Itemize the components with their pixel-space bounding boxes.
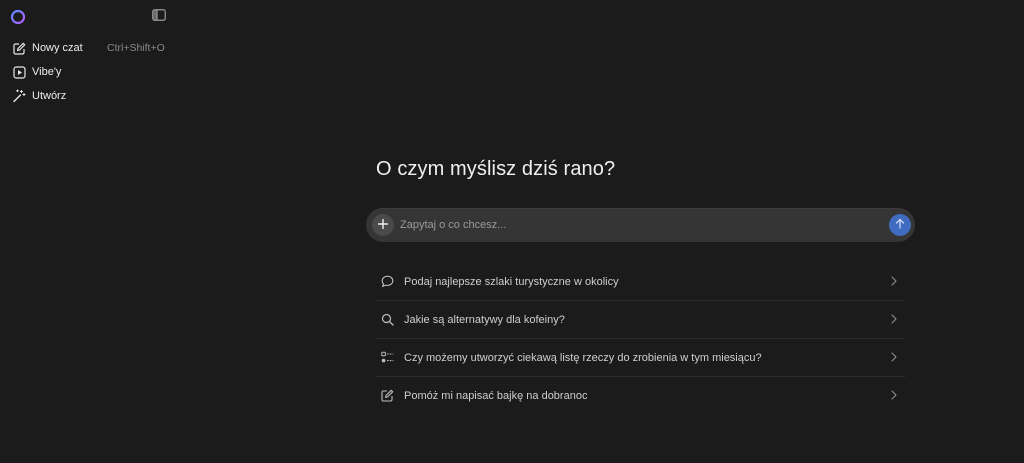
suggestion-label: Jakie są alternatywy dla kofeiny? bbox=[404, 313, 565, 326]
sidebar-toggle-button[interactable] bbox=[150, 9, 168, 25]
edit-icon bbox=[380, 389, 394, 403]
sidebar-item-label: Vibe'y bbox=[32, 66, 62, 78]
suggestion-label: Pomóż mi napisać bajkę na dobranoc bbox=[404, 389, 588, 402]
sidebar-item-new-chat[interactable]: Nowy czat Ctrl+Shift+O bbox=[6, 37, 172, 59]
sidebar-header bbox=[0, 0, 178, 34]
page-title: O czym myślisz dziś rano? bbox=[376, 158, 616, 180]
assistant-ring-logo[interactable] bbox=[10, 9, 26, 25]
sidebar: Nowy czat Ctrl+Shift+O Vibe'y Utwórz bbox=[0, 0, 178, 463]
chevron-right-icon bbox=[889, 352, 899, 362]
sidebar-item-label: Utwórz bbox=[32, 90, 67, 102]
suggestion-list: Podaj najlepsze szlaki turystyczne w oko… bbox=[376, 263, 905, 414]
sidebar-toggle-icon bbox=[152, 8, 166, 26]
sidebar-item-create[interactable]: Utwórz bbox=[6, 85, 172, 107]
chevron-right-icon bbox=[889, 314, 899, 324]
magic-wand-icon bbox=[12, 89, 26, 103]
suggestion-item[interactable]: Jakie są alternatywy dla kofeiny? bbox=[376, 301, 905, 339]
suggestion-item[interactable]: Czy możemy utworzyć ciekawą listę rzeczy… bbox=[376, 339, 905, 377]
chevron-right-icon bbox=[889, 390, 899, 400]
arrow-up-icon bbox=[895, 216, 905, 234]
checklist-icon bbox=[380, 351, 394, 365]
suggestion-label: Czy możemy utworzyć ciekawą listę rzeczy… bbox=[404, 351, 762, 364]
speech-bubble-icon bbox=[380, 275, 394, 289]
add-attachment-button[interactable] bbox=[372, 214, 394, 236]
suggestion-item[interactable]: Podaj najlepsze szlaki turystyczne w oko… bbox=[376, 263, 905, 301]
new-chat-icon bbox=[12, 41, 26, 55]
suggestion-item[interactable]: Pomóż mi napisać bajkę na dobranoc bbox=[376, 377, 905, 414]
prompt-composer bbox=[366, 208, 915, 242]
suggestion-label: Podaj najlepsze szlaki turystyczne w oko… bbox=[404, 275, 619, 288]
sidebar-item-vibes[interactable]: Vibe'y bbox=[6, 61, 172, 83]
play-square-icon bbox=[12, 65, 26, 79]
keyboard-shortcut: Ctrl+Shift+O bbox=[107, 42, 165, 54]
send-button[interactable] bbox=[889, 214, 911, 236]
sidebar-item-label: Nowy czat bbox=[32, 42, 83, 54]
plus-icon bbox=[377, 216, 389, 234]
chevron-right-icon bbox=[889, 276, 899, 286]
app-window: Nowy czat Ctrl+Shift+O Vibe'y Utwórz O c… bbox=[0, 0, 1024, 463]
prompt-input[interactable] bbox=[400, 216, 870, 234]
search-icon bbox=[380, 313, 394, 327]
